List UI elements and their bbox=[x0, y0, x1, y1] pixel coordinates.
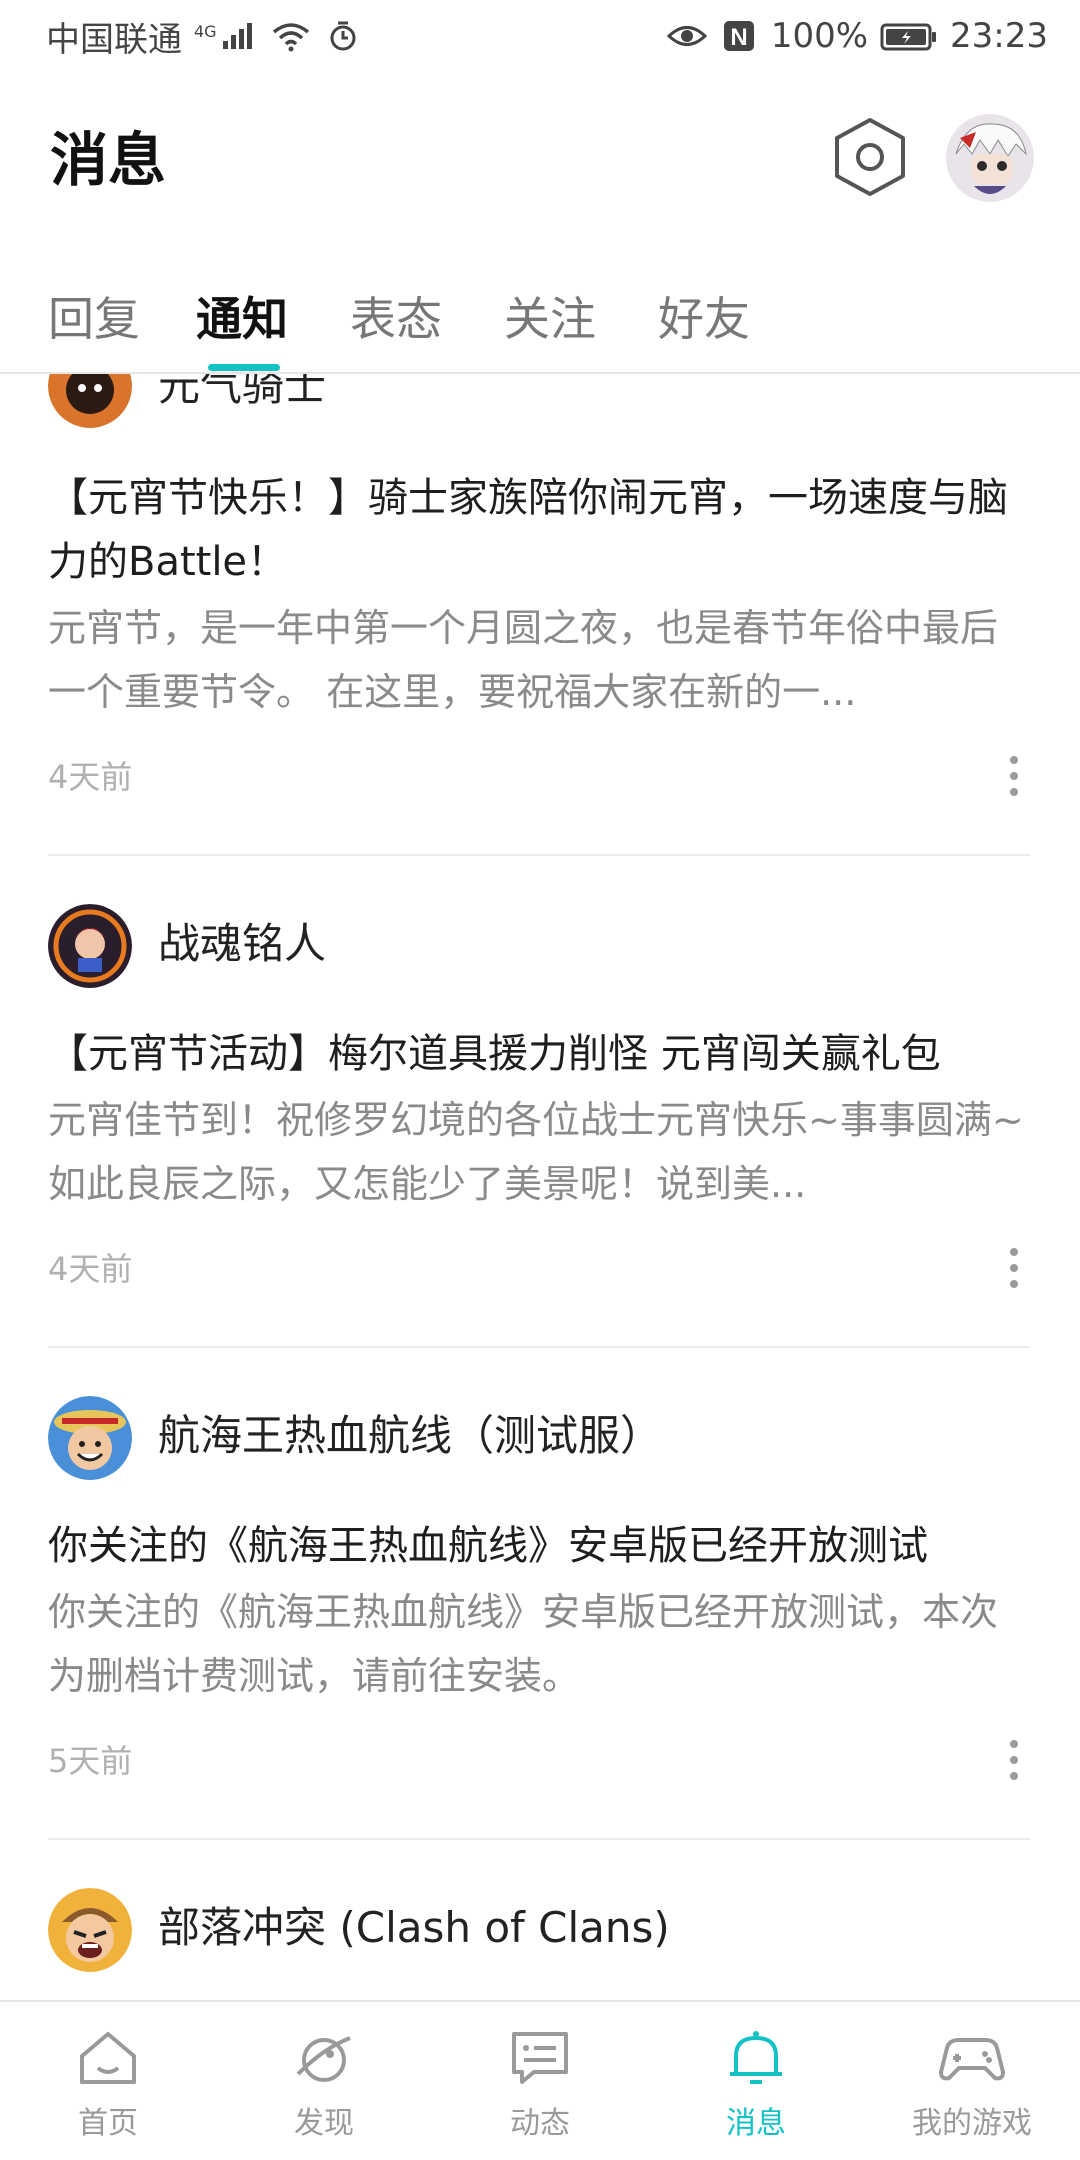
more-options-button[interactable] bbox=[996, 1238, 1032, 1298]
notification-summary: 元宵佳节到！祝修罗幻境的各位战士元宵快乐~事事圆满~ 如此良辰之际，又怎能少了美… bbox=[48, 1098, 1024, 1206]
carrier-label: 中国联通 bbox=[46, 19, 182, 60]
publisher-name[interactable]: 航海王热血航线（测试服） bbox=[158, 1406, 662, 1466]
settings-button[interactable] bbox=[830, 114, 910, 204]
battery-icon bbox=[880, 21, 938, 51]
more-dot bbox=[1010, 1248, 1018, 1256]
user-avatar[interactable] bbox=[946, 114, 1034, 202]
status-left: 中国联通 4G bbox=[46, 12, 363, 61]
nav-discover[interactable]: 发现 bbox=[216, 2002, 432, 2160]
clash-of-clans-avatar[interactable] bbox=[48, 1888, 132, 1972]
publisher-name[interactable]: 部落冲突 (Clash of Clans) bbox=[158, 1898, 670, 1958]
status-bar: 中国联通 4G N 100% 23:23 bbox=[0, 0, 1080, 72]
feed-chat-icon bbox=[504, 2026, 576, 2090]
more-dot bbox=[1010, 1756, 1018, 1764]
nav-home-label: 首页 bbox=[78, 2106, 138, 2141]
battery-percent: 100% bbox=[770, 16, 869, 56]
nav-messages[interactable]: 消息 bbox=[648, 2002, 864, 2160]
more-dot bbox=[1010, 772, 1018, 780]
page-title: 消息 bbox=[50, 126, 167, 194]
card-divider bbox=[48, 1838, 1030, 1840]
signal-icon bbox=[219, 19, 259, 53]
more-dot bbox=[1010, 1280, 1018, 1288]
nav-my-games-label: 我的游戏 bbox=[912, 2106, 1032, 2141]
nav-feed[interactable]: 动态 bbox=[432, 2002, 648, 2160]
gamepad-icon bbox=[936, 2026, 1008, 2090]
app-header: 消息 bbox=[0, 100, 1080, 220]
nfc-icon: N bbox=[719, 19, 759, 53]
more-dot bbox=[1010, 1772, 1018, 1780]
settings-hexagon-icon bbox=[833, 116, 907, 202]
alarm-icon bbox=[323, 19, 363, 53]
notification-title[interactable]: 你关注的《航海王热血航线》安卓版已经开放测试 bbox=[48, 1514, 1030, 1578]
publisher-name[interactable]: 战魂铭人 bbox=[158, 914, 326, 974]
bottom-navigation: 首页 发现 动态 消息 我的游戏 bbox=[0, 2000, 1080, 2160]
tab-reply[interactable]: 回复 bbox=[48, 274, 140, 364]
card-divider bbox=[48, 854, 1030, 856]
soul-knight-avatar[interactable] bbox=[48, 374, 132, 428]
more-options-button[interactable] bbox=[996, 746, 1032, 806]
notification-list[interactable]: 元气骑士 【元宵节快乐！】骑士家族陪你闹元宵，一场速度与脑力的Battle！ 元… bbox=[0, 374, 1080, 2000]
notification-summary: 元宵节，是一年中第一个月圆之夜，也是春节年俗中最后一个重要节令。 在这里，要祝福… bbox=[48, 606, 999, 714]
notification-time: 4天前 bbox=[48, 1250, 133, 1288]
notification-time: 4天前 bbox=[48, 758, 133, 796]
nav-discover-label: 发现 bbox=[294, 2106, 354, 2141]
notification-title[interactable]: 【元宵节活动】梅尔道具援力削怪 元宵闯关赢礼包 bbox=[48, 1022, 1030, 1086]
notification-title[interactable]: 【元宵节快乐！】骑士家族陪你闹元宵，一场速度与脑力的Battle！ bbox=[48, 466, 1030, 594]
bell-icon bbox=[720, 2026, 792, 2090]
more-dot bbox=[1010, 1264, 1018, 1272]
discover-planet-icon bbox=[288, 2026, 360, 2090]
one-piece-avatar[interactable] bbox=[48, 1396, 132, 1480]
status-right: N 100% 23:23 bbox=[666, 16, 1048, 56]
notification-summary: 你关注的《航海王热血航线》安卓版已经开放测试，本次为删档计费测试，请前往安装。 bbox=[48, 1590, 999, 1698]
notification-time: 5天前 bbox=[48, 1742, 133, 1780]
tab-friends[interactable]: 好友 bbox=[658, 274, 750, 364]
publisher-name[interactable]: 元气骑士 bbox=[158, 374, 326, 416]
clock: 23:23 bbox=[950, 16, 1048, 56]
nfc-letter: N bbox=[730, 24, 747, 51]
nav-home[interactable]: 首页 bbox=[0, 2002, 216, 2160]
more-options-button[interactable] bbox=[996, 1730, 1032, 1790]
more-dot bbox=[1010, 1740, 1018, 1748]
tab-reactions[interactable]: 表态 bbox=[350, 274, 442, 364]
home-icon bbox=[72, 2026, 144, 2090]
tab-notifications[interactable]: 通知 bbox=[196, 274, 288, 364]
tab-follow[interactable]: 关注 bbox=[504, 274, 596, 364]
more-dot bbox=[1010, 756, 1018, 764]
message-tabs: 回复 通知 表态 关注 好友 bbox=[0, 264, 1080, 374]
active-tab-indicator bbox=[208, 364, 280, 371]
otherworld-legends-avatar[interactable] bbox=[48, 904, 132, 988]
eye-icon bbox=[666, 19, 707, 53]
card-divider bbox=[48, 1346, 1030, 1348]
nav-my-games[interactable]: 我的游戏 bbox=[864, 2002, 1080, 2160]
nav-messages-label: 消息 bbox=[726, 2106, 786, 2141]
nav-feed-label: 动态 bbox=[510, 2106, 570, 2141]
wifi-icon bbox=[271, 19, 311, 53]
network-type: 4G bbox=[194, 21, 217, 41]
more-dot bbox=[1010, 788, 1018, 796]
